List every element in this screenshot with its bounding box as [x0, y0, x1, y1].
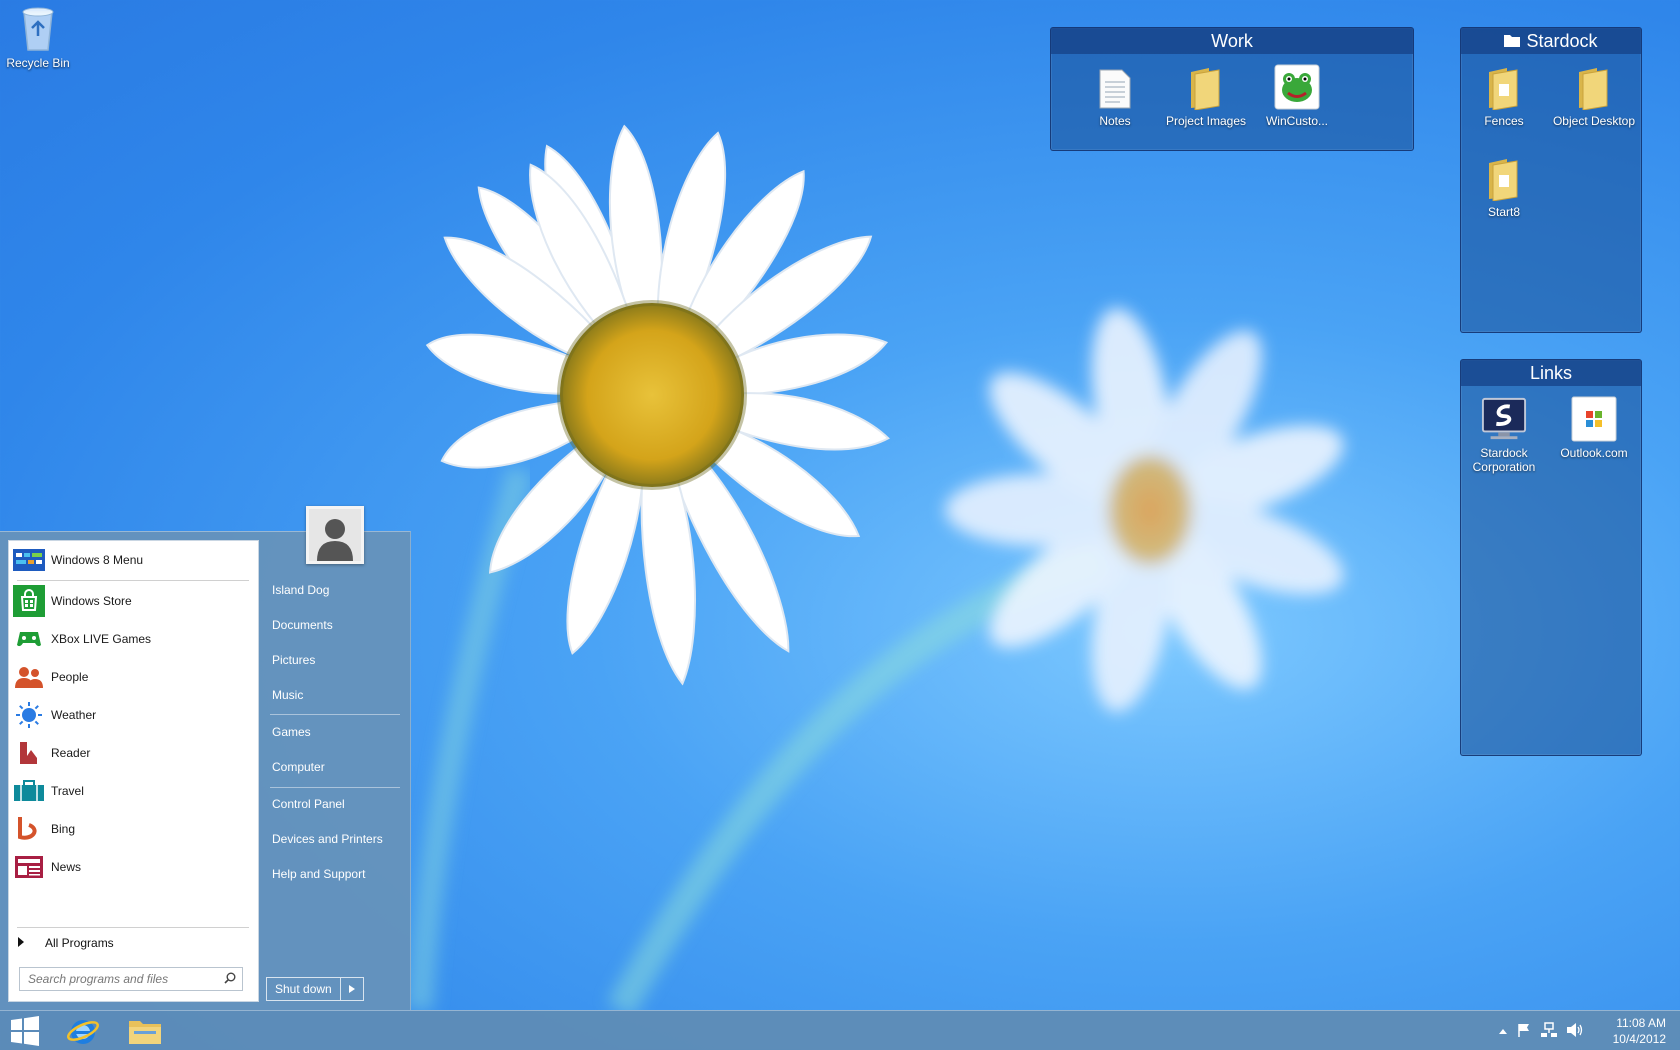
shutdown-button[interactable]: Shut down: [267, 978, 341, 1000]
program-label: XBox LIVE Games: [51, 632, 152, 646]
search-icon: [224, 972, 236, 987]
link-devices-and-printers[interactable]: Devices and Printers: [272, 825, 402, 853]
program-label: Windows Store: [51, 594, 132, 608]
link-documents[interactable]: Documents: [272, 611, 402, 639]
recycle-bin-icon: [14, 4, 62, 52]
program-weather[interactable]: Weather: [13, 697, 253, 733]
search-placeholder: Search programs and files: [28, 972, 169, 986]
recycle-bin-label: Recycle Bin: [6, 56, 70, 70]
link-user-folder[interactable]: Island Dog: [272, 576, 402, 604]
fence-item-start8[interactable]: Start8: [1461, 153, 1547, 219]
windows-flag-icon: [1571, 394, 1617, 442]
all-programs-button[interactable]: All Programs: [17, 931, 249, 955]
volume-icon[interactable]: [1566, 1022, 1584, 1041]
folder-icon: [1481, 62, 1527, 110]
travel-icon: [13, 775, 45, 807]
taskbar-clock[interactable]: 11:08 AM 10/4/2012: [1596, 1015, 1666, 1047]
clock-time: 11:08 AM: [1616, 1016, 1666, 1030]
fence-item-project-images[interactable]: Project Images: [1163, 62, 1249, 128]
folder-icon: [1571, 62, 1617, 110]
file-explorer-icon: [129, 1021, 161, 1044]
separator: [17, 927, 249, 928]
fence-item-notes[interactable]: Notes: [1072, 62, 1158, 128]
program-travel[interactable]: Travel: [13, 773, 253, 809]
store-icon: [13, 585, 45, 617]
link-pictures[interactable]: Pictures: [272, 646, 402, 674]
program-label: Bing: [51, 822, 76, 836]
separator: [270, 714, 400, 715]
triangle-right-icon: [17, 936, 25, 950]
fence-item-outlook-com[interactable]: Outlook.com: [1551, 394, 1637, 460]
fence-links[interactable]: Links Stardock Corporation Outlook.com: [1460, 359, 1642, 756]
start-button[interactable]: [0, 1011, 50, 1050]
news-icon: [13, 851, 45, 883]
link-games[interactable]: Games: [272, 718, 402, 746]
program-label: Windows 8 Menu: [51, 553, 144, 567]
network-icon[interactable]: [1540, 1021, 1558, 1041]
separator: [270, 787, 400, 788]
program-xbox-live-games[interactable]: XBox LIVE Games: [13, 621, 253, 657]
user-silhouette-icon: [309, 509, 361, 561]
recycle-bin-shortcut[interactable]: Recycle Bin: [0, 4, 77, 70]
fence-work[interactable]: Work Notes Project Images WinCusto...: [1050, 27, 1414, 151]
bing-icon: [13, 813, 45, 845]
folder-icon: [1504, 28, 1521, 54]
triangle-right-icon: [348, 985, 355, 993]
program-windows8-menu[interactable]: Windows 8 Menu: [13, 542, 253, 578]
program-label: News: [51, 860, 82, 874]
all-programs-label: All Programs: [45, 936, 114, 950]
program-people[interactable]: People: [13, 659, 253, 695]
program-label: Weather: [51, 708, 97, 722]
fence-item-wincustomize[interactable]: WinCusto...: [1254, 62, 1340, 128]
program-label: People: [51, 670, 89, 684]
start-menu[interactable]: Windows 8 Menu Windows Store XBox LIVE G…: [0, 531, 411, 1010]
taskbar: 11:08 AM 10/4/2012: [0, 1010, 1680, 1050]
program-reader[interactable]: Reader: [13, 735, 253, 771]
separator: [17, 580, 249, 581]
reader-icon: [13, 737, 45, 769]
taskbar-internet-explorer[interactable]: [58, 1011, 108, 1050]
link-music[interactable]: Music: [272, 681, 402, 709]
fence-item-stardock-corporation[interactable]: Stardock Corporation: [1461, 394, 1547, 474]
user-avatar[interactable]: [306, 506, 364, 564]
shutdown-options-button[interactable]: [341, 978, 363, 1000]
show-hidden-icons-button[interactable]: [1498, 1024, 1508, 1038]
program-label: Reader: [51, 746, 91, 760]
folder-icon: [1183, 62, 1229, 110]
start-menu-programs-pane: Windows 8 Menu Windows Store XBox LIVE G…: [8, 540, 259, 1002]
weather-icon: [13, 699, 45, 731]
fence-stardock-title[interactable]: Stardock: [1461, 28, 1641, 54]
link-control-panel[interactable]: Control Panel: [272, 790, 402, 818]
fence-stardock[interactable]: Stardock Fences Object Desktop Start8: [1460, 27, 1642, 333]
link-computer[interactable]: Computer: [272, 753, 402, 781]
stardock-monitor-icon: [1481, 394, 1527, 442]
fence-item-object-desktop[interactable]: Object Desktop: [1551, 62, 1637, 128]
system-tray: [1498, 1011, 1584, 1050]
wincustomize-frog-icon: [1274, 62, 1320, 110]
action-center-icon[interactable]: [1516, 1022, 1532, 1041]
windows8-menu-icon: [13, 544, 45, 576]
program-news[interactable]: News: [13, 849, 253, 885]
fence-item-fences[interactable]: Fences: [1461, 62, 1547, 128]
program-label: Travel: [51, 784, 84, 798]
link-help-and-support[interactable]: Help and Support: [272, 860, 402, 888]
fence-links-title[interactable]: Links: [1461, 360, 1641, 386]
text-document-icon: [1092, 62, 1138, 110]
shutdown-button-group: Shut down: [266, 977, 364, 1001]
chevron-up-icon: [1499, 1029, 1507, 1034]
taskbar-file-explorer[interactable]: [120, 1011, 170, 1050]
clock-date: 10/4/2012: [1612, 1032, 1666, 1046]
search-input[interactable]: Search programs and files: [19, 967, 243, 991]
xbox-icon: [13, 623, 45, 655]
fence-work-title[interactable]: Work: [1051, 28, 1413, 54]
program-windows-store[interactable]: Windows Store: [13, 583, 253, 619]
program-bing[interactable]: Bing: [13, 811, 253, 847]
folder-icon: [1481, 153, 1527, 201]
windows-logo-icon: [11, 1016, 39, 1046]
people-icon: [13, 661, 45, 693]
internet-explorer-icon: [67, 1020, 99, 1044]
